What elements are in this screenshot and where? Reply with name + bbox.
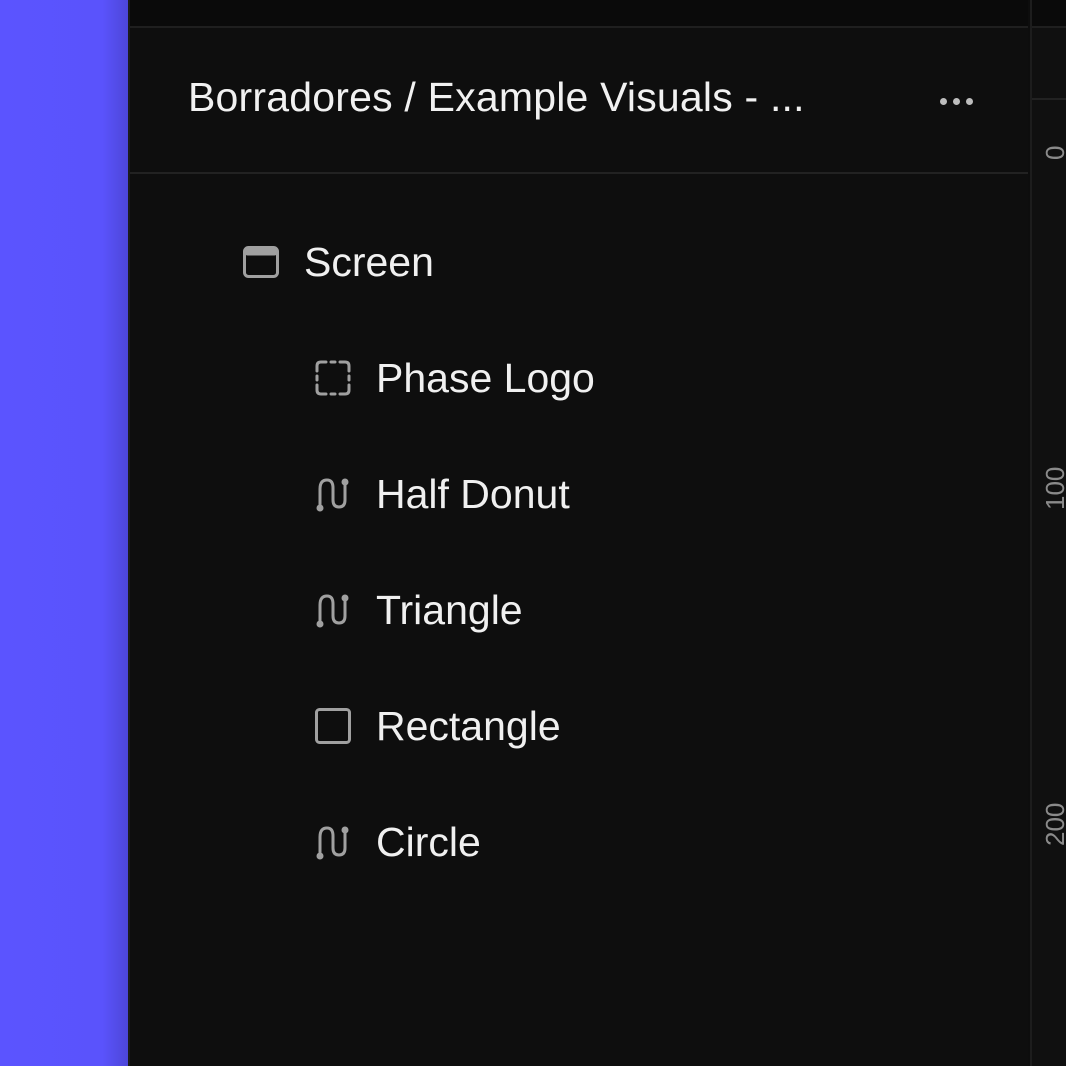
canvas-area[interactable] [0, 0, 128, 1066]
more-horizontal-icon [939, 97, 947, 105]
layer-label: Triangle [376, 586, 523, 633]
layer-item-half-donut[interactable]: Half Donut [312, 464, 570, 524]
layer-tree: Screen Phase Logo Half Donut Triangle Re… [130, 174, 1028, 1066]
layer-item-triangle[interactable]: Triangle [312, 580, 523, 640]
layer-label: Circle [376, 818, 481, 865]
ruler-divider [1032, 98, 1066, 100]
ruler-top-bar [1032, 0, 1066, 28]
layer-item-phase-logo[interactable]: Phase Logo [312, 348, 595, 408]
panel-header: Borradores / Example Visuals - ... [130, 28, 1028, 174]
vertical-ruler: 0 100 200 [1030, 0, 1066, 1066]
rectangle-icon [312, 705, 354, 747]
ruler-tick-label: 0 [1040, 120, 1066, 160]
more-options-button[interactable] [926, 86, 986, 116]
layer-label: Half Donut [376, 470, 570, 517]
layer-label: Screen [304, 238, 434, 285]
more-horizontal-icon [952, 97, 960, 105]
layer-label: Phase Logo [376, 354, 595, 401]
layer-label: Rectangle [376, 702, 561, 749]
path-icon [312, 473, 354, 515]
path-icon [312, 589, 354, 631]
layer-item-rectangle[interactable]: Rectangle [312, 696, 561, 756]
breadcrumb[interactable]: Borradores / Example Visuals - ... [188, 74, 805, 121]
layer-item-circle[interactable]: Circle [312, 812, 481, 872]
layers-panel: Borradores / Example Visuals - ... Scree… [128, 0, 1028, 1066]
ruler-tick-label: 200 [1040, 802, 1066, 846]
frame-icon [240, 241, 282, 283]
ruler-tick-label: 100 [1040, 466, 1066, 510]
panel-top-bar [130, 0, 1028, 28]
path-icon [312, 821, 354, 863]
more-horizontal-icon [965, 97, 973, 105]
layer-item-screen[interactable]: Screen [240, 232, 434, 292]
group-dashed-icon [312, 357, 354, 399]
